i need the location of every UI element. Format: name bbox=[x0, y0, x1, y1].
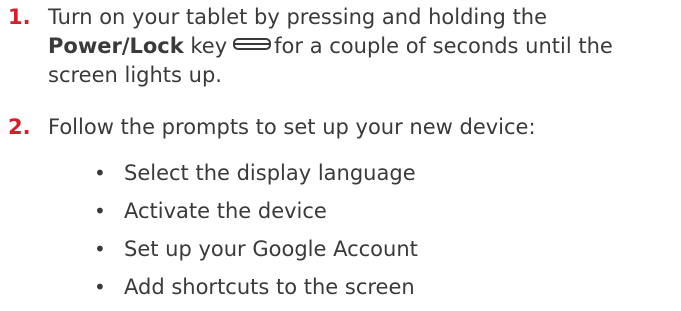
step-1-line-2: Power/Lock key for a couple of seconds un… bbox=[48, 32, 678, 60]
bullet-text: Select the display language bbox=[124, 161, 416, 185]
instructions-document: 1. Turn on your tablet by pressing and h… bbox=[0, 0, 681, 311]
bullet-icon: • bbox=[94, 237, 106, 261]
step-1-line-3: screen lights up. bbox=[48, 63, 222, 87]
step-1-line-1: Turn on your tablet by pressing and hold… bbox=[48, 5, 548, 29]
step-2-number: 2. bbox=[8, 115, 31, 139]
bullet-icon: • bbox=[94, 199, 106, 223]
bullet-icon: • bbox=[94, 161, 106, 185]
power-lock-label: Power/Lock bbox=[48, 34, 184, 58]
step-1-number: 1. bbox=[8, 5, 31, 29]
bullet-text: Activate the device bbox=[124, 199, 327, 223]
step-1-key-word: key bbox=[183, 34, 228, 58]
bullet-text: Set up your Google Account bbox=[124, 237, 418, 261]
bullet-text: Add shortcuts to the screen bbox=[124, 275, 415, 299]
step-2: 2. Follow the prompts to set up your new… bbox=[0, 113, 681, 143]
bullet-icon: • bbox=[94, 275, 106, 299]
step-1-line-2-rest: for a couple of seconds until the bbox=[274, 34, 613, 58]
power-lock-key-icon bbox=[233, 38, 272, 50]
step-2-line-1: Follow the prompts to set up your new de… bbox=[48, 115, 536, 139]
step-1: 1. Turn on your tablet by pressing and h… bbox=[0, 3, 681, 93]
